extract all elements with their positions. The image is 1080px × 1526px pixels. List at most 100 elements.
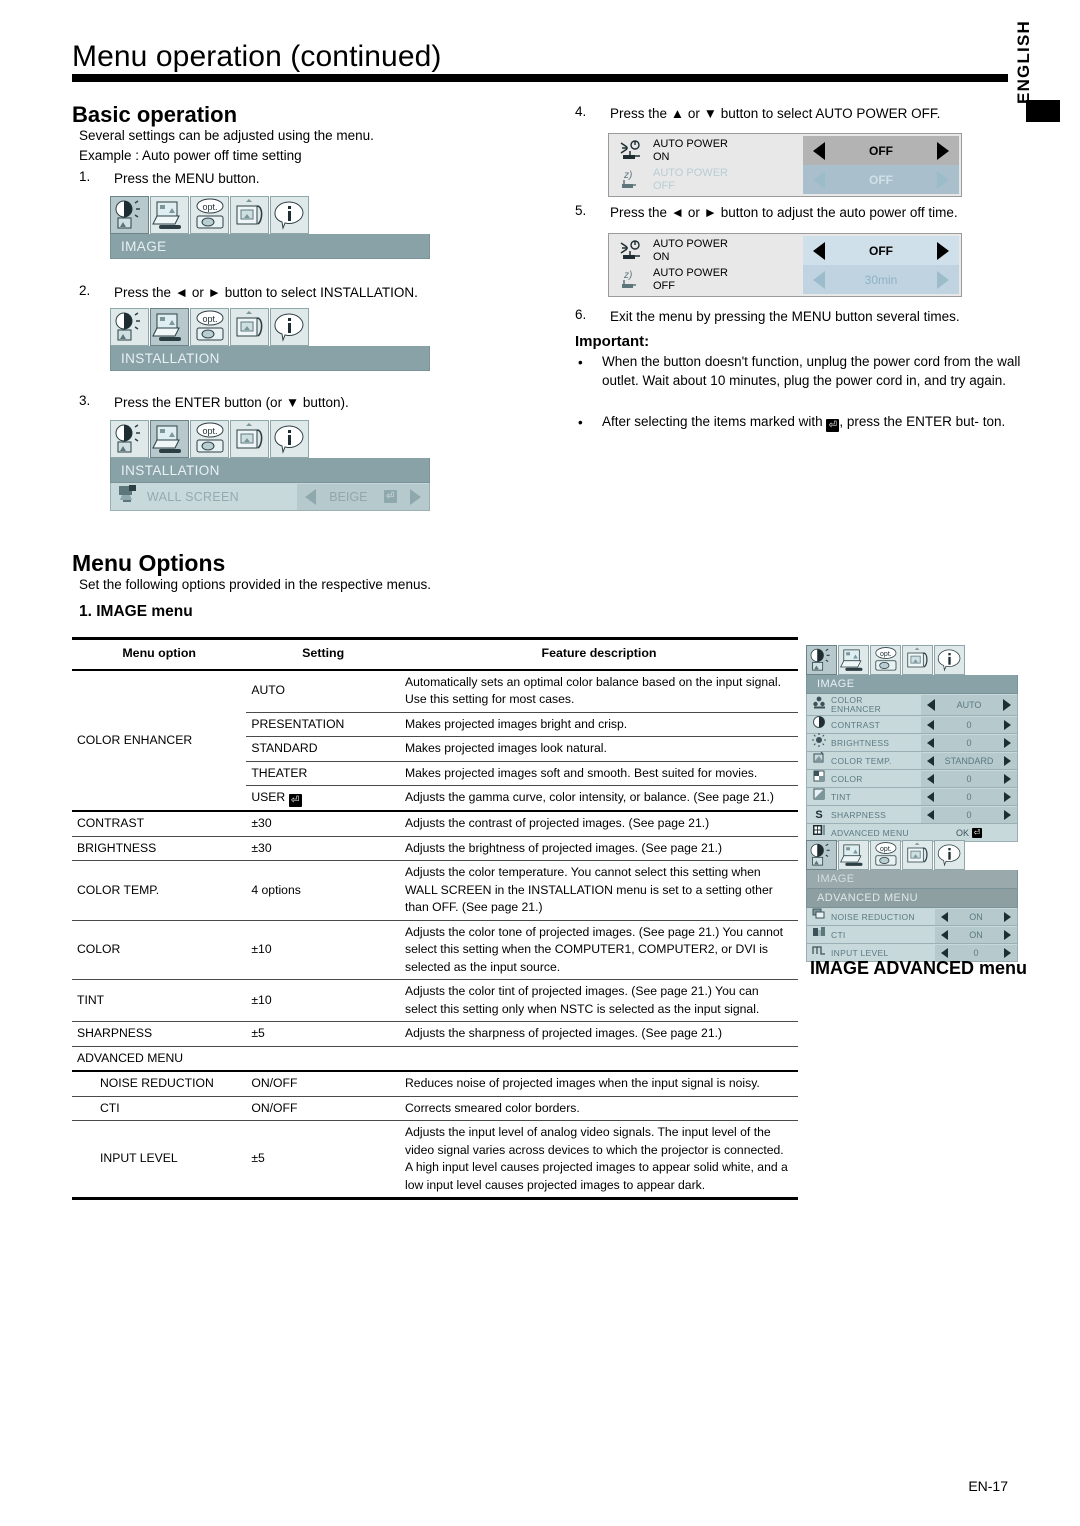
left-arrow-icon[interactable] bbox=[927, 719, 934, 730]
tab-installation[interactable] bbox=[150, 420, 189, 458]
tab-option[interactable]: opt. bbox=[190, 308, 229, 346]
tab-feature[interactable] bbox=[230, 308, 269, 346]
left-arrow-icon[interactable] bbox=[927, 737, 934, 748]
tab-option[interactable]: opt. bbox=[870, 840, 901, 870]
auto-power-on-label: AUTO POWER ON bbox=[653, 236, 803, 265]
right-arrow-icon[interactable] bbox=[1003, 719, 1011, 730]
image-row-color-enhancer[interactable]: COLOR ENHANCER AUTO bbox=[806, 694, 1018, 716]
osd-row-value: OK bbox=[955, 827, 969, 838]
left-arrow-icon[interactable] bbox=[941, 911, 948, 922]
tab-installation[interactable] bbox=[150, 308, 189, 346]
osd-row-value-control[interactable]: 0 bbox=[921, 770, 1017, 787]
auto-power-on-value-control[interactable]: OFF bbox=[803, 236, 959, 265]
left-arrow-icon[interactable] bbox=[813, 170, 825, 189]
tab-image[interactable] bbox=[110, 308, 149, 346]
left-arrow-icon[interactable] bbox=[941, 929, 948, 940]
osd-row-value-control[interactable]: BEIGE ⏎ bbox=[297, 483, 429, 510]
left-arrow-icon[interactable] bbox=[927, 698, 935, 711]
tab-option[interactable]: opt. bbox=[190, 420, 229, 458]
cell-description: Adjusts the color tint of projected imag… bbox=[400, 979, 798, 1022]
right-arrow-icon[interactable] bbox=[937, 141, 949, 160]
right-arrow-icon[interactable] bbox=[937, 270, 949, 289]
left-arrow-icon[interactable] bbox=[927, 809, 934, 820]
tab-information[interactable] bbox=[270, 420, 309, 458]
right-arrow-icon[interactable] bbox=[937, 170, 949, 189]
tab-information[interactable] bbox=[270, 196, 309, 234]
osd-row-value: 0 bbox=[973, 947, 979, 958]
right-arrow-icon[interactable] bbox=[937, 241, 949, 260]
tab-information[interactable] bbox=[270, 308, 309, 346]
osd-row-value-control[interactable]: STANDARD bbox=[921, 752, 1017, 769]
osd-row-value-control[interactable]: 0 bbox=[921, 716, 1017, 733]
tab-image[interactable] bbox=[806, 645, 837, 675]
advanced-row-cti[interactable]: CTI ON bbox=[806, 926, 1018, 944]
left-arrow-icon[interactable] bbox=[941, 947, 948, 958]
left-arrow-icon[interactable] bbox=[813, 141, 825, 160]
right-arrow-icon[interactable] bbox=[409, 488, 421, 505]
cell-setting: 4 options bbox=[246, 860, 400, 920]
image-row-contrast[interactable]: CONTRAST 0 bbox=[806, 716, 1018, 734]
osd-row-value-control[interactable]: 0 bbox=[921, 788, 1017, 805]
auto-power-off-value-control[interactable]: 30min bbox=[803, 265, 959, 294]
osd-installation-wallscreen-step3: opt. INSTALLATION WALL SCREEN BEIGE ⏎ bbox=[110, 420, 430, 511]
image-row-color-temp[interactable]: COLOR TEMP. STANDARD bbox=[806, 751, 1018, 770]
right-arrow-icon[interactable] bbox=[1003, 947, 1011, 958]
osd-row-value: 0 bbox=[966, 791, 972, 802]
auto-power-off-value-control[interactable]: OFF bbox=[803, 165, 959, 194]
image-row-sharpness[interactable]: S SHARPNESS 0 bbox=[806, 806, 1018, 824]
osd-row-value-control[interactable]: 0 bbox=[921, 734, 1017, 751]
left-arrow-icon[interactable] bbox=[927, 791, 934, 802]
cell-advanced-menu-label: ADVANCED MENU bbox=[72, 1045, 798, 1071]
cell-setting: ±30 bbox=[246, 810, 400, 836]
left-arrow-icon[interactable] bbox=[813, 270, 825, 289]
osd-row-value: ON bbox=[969, 929, 983, 940]
tab-image[interactable] bbox=[110, 420, 149, 458]
auto-power-off-row[interactable]: z) AUTO POWER OFF 30min bbox=[611, 265, 959, 294]
auto-power-on-row[interactable]: AUTO POWER ON OFF bbox=[611, 136, 959, 165]
image-row-tint[interactable]: TINT 0 bbox=[806, 788, 1018, 806]
left-arrow-icon[interactable] bbox=[927, 773, 934, 784]
label-line-2: ENHANCER bbox=[831, 703, 882, 714]
left-arrow-icon[interactable] bbox=[813, 241, 825, 260]
tab-image[interactable] bbox=[110, 196, 149, 234]
right-arrow-icon[interactable] bbox=[1004, 755, 1011, 766]
right-arrow-icon[interactable] bbox=[1003, 809, 1011, 820]
tab-installation[interactable] bbox=[838, 645, 869, 675]
osd-row-value-control[interactable]: AUTO bbox=[921, 694, 1017, 715]
tab-option[interactable]: opt. bbox=[870, 645, 901, 675]
right-arrow-icon[interactable] bbox=[1003, 773, 1011, 784]
enter-icon: ⏎ bbox=[972, 827, 982, 838]
auto-power-on-value-control[interactable]: OFF bbox=[803, 136, 959, 165]
tab-option[interactable]: opt. bbox=[190, 196, 229, 234]
osd-row-value-control[interactable]: ON bbox=[935, 908, 1017, 925]
auto-power-off-row[interactable]: z) AUTO POWER OFF OFF bbox=[611, 165, 959, 194]
image-row-color[interactable]: COLOR 0 bbox=[806, 770, 1018, 788]
osd-row-wall-screen[interactable]: WALL SCREEN BEIGE ⏎ bbox=[110, 483, 430, 511]
auto-power-on-row[interactable]: AUTO POWER ON OFF bbox=[611, 236, 959, 265]
step-1-text: Press the MENU button. bbox=[114, 171, 260, 186]
left-arrow-icon[interactable] bbox=[305, 488, 316, 505]
osd-row-value-control[interactable]: ON bbox=[935, 926, 1017, 943]
tab-installation[interactable] bbox=[838, 840, 869, 870]
tab-feature[interactable] bbox=[230, 420, 269, 458]
osd-row-ok-control[interactable]: OK ⏎ bbox=[921, 824, 1017, 841]
image-row-brightness[interactable]: BRIGHTNESS 0 bbox=[806, 733, 1018, 752]
right-arrow-icon[interactable] bbox=[1004, 929, 1011, 940]
right-arrow-icon[interactable] bbox=[1003, 698, 1011, 711]
left-arrow-icon[interactable] bbox=[927, 755, 934, 766]
table-row: BRIGHTNESS ±30 Adjusts the brightness of… bbox=[72, 835, 798, 861]
tab-feature[interactable] bbox=[902, 840, 933, 870]
right-arrow-icon[interactable] bbox=[1003, 791, 1011, 802]
image-menu-panel: opt. IMAGE COLOR ENHANCER AUTO CONTRAST … bbox=[806, 645, 1018, 842]
tab-information[interactable] bbox=[934, 645, 965, 675]
tab-feature[interactable] bbox=[902, 645, 933, 675]
cell-setting: USER ⏎ bbox=[246, 785, 400, 811]
tab-installation[interactable] bbox=[150, 196, 189, 234]
right-arrow-icon[interactable] bbox=[1003, 737, 1011, 748]
tab-image[interactable] bbox=[806, 840, 837, 870]
osd-row-value-control[interactable]: 0 bbox=[921, 806, 1017, 823]
advanced-row-noise-reduction[interactable]: NOISE REDUCTION ON bbox=[806, 908, 1018, 926]
tab-information[interactable] bbox=[934, 840, 965, 870]
tab-feature[interactable] bbox=[230, 196, 269, 234]
right-arrow-icon[interactable] bbox=[1004, 911, 1011, 922]
